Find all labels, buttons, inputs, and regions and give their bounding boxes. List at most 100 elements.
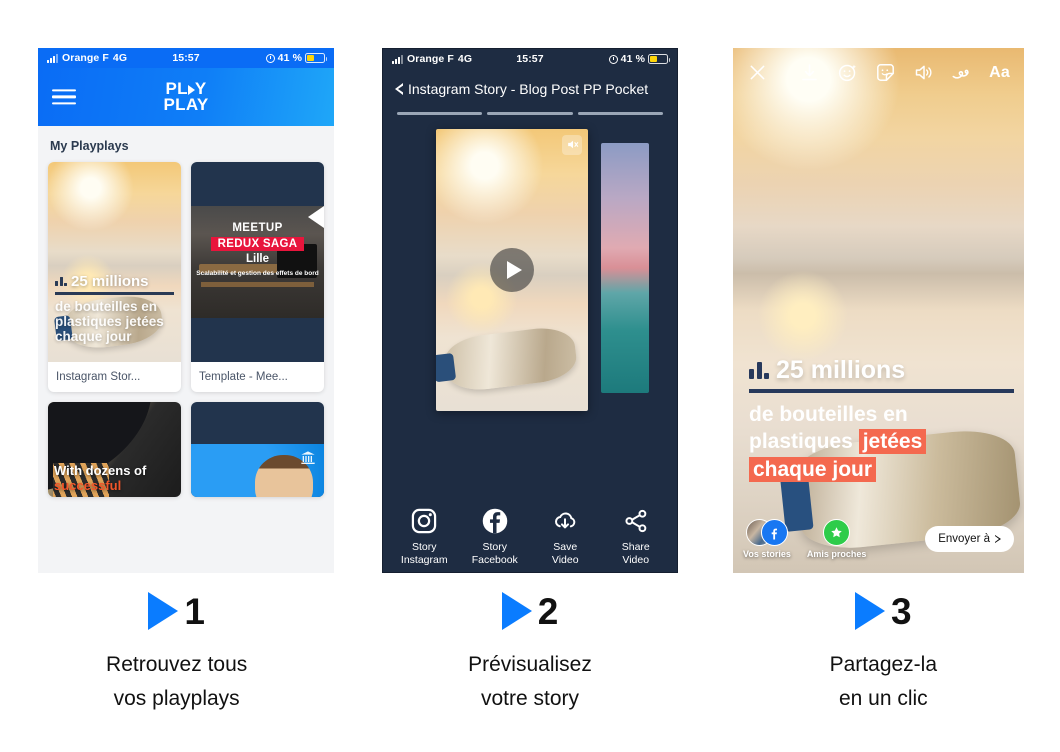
step-number: 2: [537, 590, 559, 632]
action-story-facebook[interactable]: Story Facebook: [464, 507, 526, 566]
hamburger-menu-icon[interactable]: [52, 89, 76, 105]
facebook-icon: [760, 519, 788, 546]
step-caption-2: 2 Prévisualisez votre story: [353, 592, 706, 715]
card-title: Template - Mee...: [199, 371, 288, 383]
share-nodes-icon: [625, 509, 647, 533]
action-label-line2: Facebook: [471, 553, 518, 566]
action-share-video[interactable]: Share Video: [605, 507, 667, 566]
facebook-glyph: [772, 528, 778, 540]
speaker-muted-glyph: [567, 140, 578, 149]
network-label: 4G: [457, 53, 473, 65]
segment-3[interactable]: [577, 112, 663, 115]
close-x-icon[interactable]: [747, 62, 768, 83]
action-save-video[interactable]: Save Video: [534, 507, 596, 566]
text-aa-icon[interactable]: Aa: [989, 64, 1010, 82]
playplay-card-template-meetup[interactable]: MEETUP REDUX SAGA Lille Scalabilité et g…: [191, 162, 324, 392]
sticker-icon[interactable]: [875, 62, 896, 83]
preview-title: Instagram Story - Blog Post PP Pocket: [408, 81, 649, 97]
clock-label: 15:57: [516, 53, 544, 65]
action-label-line1: Story: [411, 540, 437, 553]
play-button-icon[interactable]: [490, 247, 534, 292]
battery-icon: [648, 54, 671, 64]
share-target-amis-proches[interactable]: Amis proches: [807, 519, 866, 559]
thumbnail-text-overlay: 25 millions de bouteilles en plastiques …: [55, 272, 174, 344]
meetup-city: Lille: [245, 253, 269, 265]
card-thumbnail: With dozens of successful: [48, 402, 181, 497]
signal-bars-icon: [47, 53, 58, 63]
playplay-logo: PL Y PLAY: [163, 80, 209, 114]
share-action-bar: Story Instagram Story Facebook Save Vide…: [383, 507, 677, 566]
unesco-bank-icon: [301, 450, 315, 464]
screenshot-stage: Orange F 4G 15:57 41 % PL Y PLAY My Playp…: [0, 0, 1060, 752]
network-label: 4G: [112, 52, 128, 64]
story-segment-indicator: [383, 97, 677, 115]
playplay-card-with-dozens[interactable]: With dozens of successful: [48, 402, 181, 497]
speaker-muted-icon[interactable]: [562, 134, 582, 155]
video-preview-current[interactable]: [436, 128, 588, 411]
step-number-row: 2: [353, 592, 706, 630]
overlay-headline: 25 millions: [776, 356, 906, 384]
overlay-line-2: successful: [54, 478, 122, 493]
step-text-line-2: en un clic: [838, 686, 928, 710]
action-label-line2: Video: [622, 553, 650, 566]
step-number: 3: [891, 590, 912, 632]
step-number: 1: [184, 590, 205, 632]
status-bar-left: Orange F 4G: [47, 52, 172, 64]
send-to-button[interactable]: Envoyer à: [925, 526, 1014, 552]
squiggle-draw-icon[interactable]: [951, 62, 972, 83]
step-text: Prévisualisez votre story: [353, 648, 706, 715]
download-icon[interactable]: [799, 62, 820, 83]
close-friends-star-icon: [823, 519, 851, 546]
battery-percent-label: 41 %: [620, 53, 646, 65]
step-text: Partagez-la en un clic: [707, 648, 1060, 715]
facebook-icon: [482, 508, 507, 534]
status-bar-right: 41 %: [544, 53, 671, 65]
overlay-line-3: chaque jour: [749, 456, 1014, 483]
overlay-subtext: de bouteilles en plastiques jetées chaqu…: [749, 401, 1014, 483]
thumbnail-text-overlay: MEETUP REDUX SAGA Lille Scalabilité et g…: [191, 222, 324, 278]
step-text-line-1: Prévisualisez: [468, 653, 592, 676]
step-text-line-1: Retrouvez tous: [106, 653, 248, 676]
status-bar: Orange F 4G 15:57 41 %: [383, 49, 677, 69]
smiley-sparkle-icon[interactable]: [837, 62, 858, 83]
instagram-share-bar: Vos stories Amis proches Envoyer à: [743, 519, 1014, 559]
action-story-instagram[interactable]: Story Instagram: [393, 507, 455, 566]
step-text-line-1: Partagez-la: [829, 653, 938, 676]
action-label-line1: Share: [621, 540, 650, 553]
preview-carousel: [383, 128, 677, 411]
share-target-vos-stories[interactable]: Vos stories: [743, 519, 791, 559]
overlay-headline-row: 25 millions: [749, 358, 1014, 383]
overlay-headline: 25 millions: [71, 272, 149, 290]
toolbar-icon-group: Aa: [799, 62, 1010, 83]
video-preview-next[interactable]: [601, 142, 649, 393]
overlay-line-1: With dozens of: [54, 463, 147, 478]
play-triangle-icon: [855, 592, 886, 630]
overlay-line-2-highlight: jetées: [858, 429, 927, 455]
instagram-icon: [412, 508, 437, 534]
app-header: PL Y PLAY: [38, 68, 334, 126]
battery-icon: [305, 53, 328, 63]
playplay-card-instagram-story[interactable]: 25 millions de bouteilles en plastiques …: [48, 162, 181, 392]
story-text-overlay: 25 millions de bouteilles en plastiques …: [749, 358, 1014, 483]
carrier-label: Orange F: [407, 53, 454, 65]
card-thumbnail: [191, 402, 324, 497]
star-glyph: [831, 527, 842, 538]
step-number-row: 1: [0, 592, 353, 630]
step-caption-3: 3 Partagez-la en un clic: [707, 592, 1060, 715]
thumbnail-text-overlay: With dozens of successful: [54, 463, 146, 493]
phone-screen-story-preview: Orange F 4G 15:57 41 % Instagram Story -…: [382, 48, 678, 573]
share-target-label: Vos stories: [743, 549, 791, 559]
segment-2[interactable]: [487, 112, 573, 115]
overlay-line-2a: plastiques: [749, 430, 859, 454]
bar-chart-icon: [749, 362, 769, 379]
step-number-row: 3: [707, 592, 1060, 630]
action-label-line1: Save: [553, 540, 578, 553]
status-bar-left: Orange F 4G: [392, 53, 516, 65]
segment-1[interactable]: [397, 112, 483, 115]
volume-icon[interactable]: [913, 62, 934, 83]
playplay-card-greta[interactable]: [191, 402, 324, 497]
chevron-left-icon[interactable]: [395, 83, 404, 95]
overlay-divider: [55, 292, 174, 295]
logo-line-2: PLAY: [163, 95, 209, 114]
action-label-line2: Instagram: [400, 553, 448, 566]
